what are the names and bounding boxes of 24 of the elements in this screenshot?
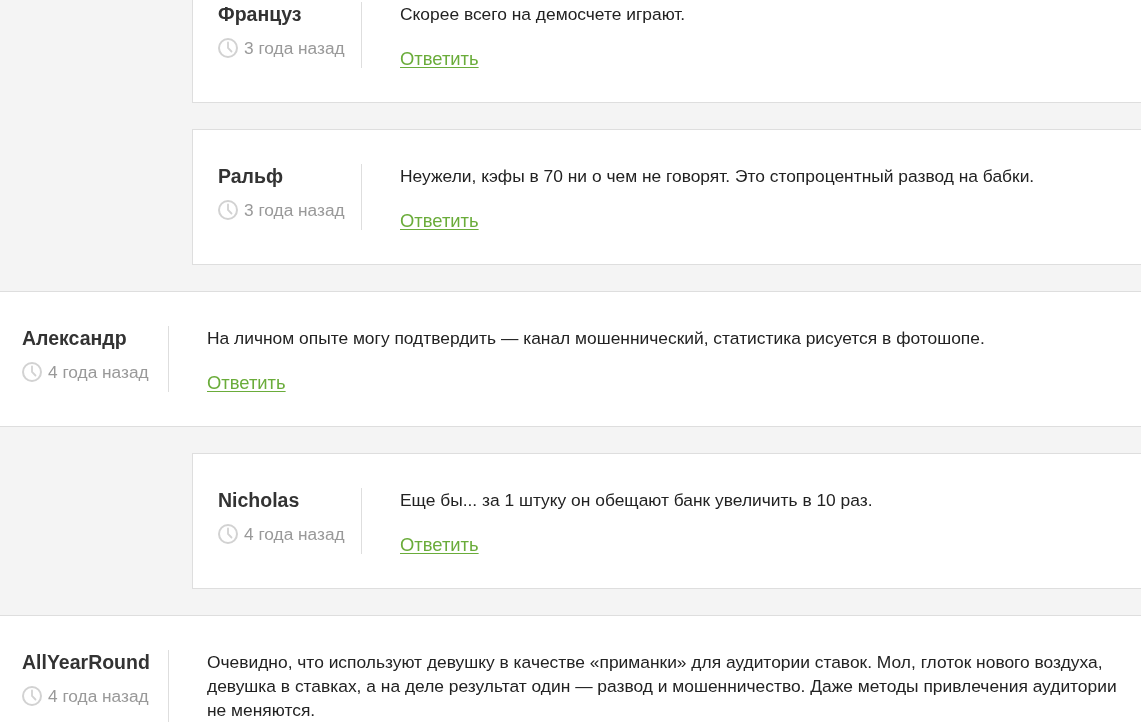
reply-link[interactable]: Ответить — [400, 535, 479, 554]
reply-link[interactable]: Ответить — [400, 211, 479, 230]
comment-text: Очевидно, что используют девушку в качестве «приманки» для аудитории ставок. Мол, глоток нового воздуха, девушка в ставках, а на деле результат один — развод и мошенничество. Даже методы привлечения аудитории не меняются. — [207, 651, 1118, 722]
author-name: Француз — [218, 2, 303, 26]
comment-time: 3 года назад — [244, 37, 345, 60]
clock-icon — [22, 686, 42, 706]
comment-text: Еще бы... за 1 штуку он обещают банк увеличить в 10 раз. — [400, 489, 873, 512]
comment-time: 4 года назад — [48, 361, 149, 384]
author-name: Ральф — [218, 164, 285, 188]
author-name: Nicholas — [218, 488, 301, 512]
clock-icon — [218, 38, 238, 58]
comment-text: На личном опыте могу подтвердить — канал мошеннический, статистика рисуется в фотошопе. — [207, 327, 985, 350]
comment-text: Неужели, кэфы в 70 ни о чем не говорят. Это стопроцентный развод на бабки. — [400, 165, 1035, 188]
clock-icon — [218, 524, 238, 544]
comment-time: 4 года назад — [244, 523, 345, 546]
comment-time: 4 года назад — [48, 685, 149, 708]
clock-icon — [22, 362, 42, 382]
clock-icon — [218, 200, 238, 220]
reply-link[interactable]: Ответить — [400, 49, 479, 68]
author-name: AllYearRound — [22, 650, 151, 674]
comment-time: 3 года назад — [244, 199, 345, 222]
reply-link[interactable]: Ответить — [207, 373, 286, 392]
comment-text: Скорее всего на демосчете играют. — [400, 3, 686, 26]
author-name: Александр — [22, 326, 128, 350]
